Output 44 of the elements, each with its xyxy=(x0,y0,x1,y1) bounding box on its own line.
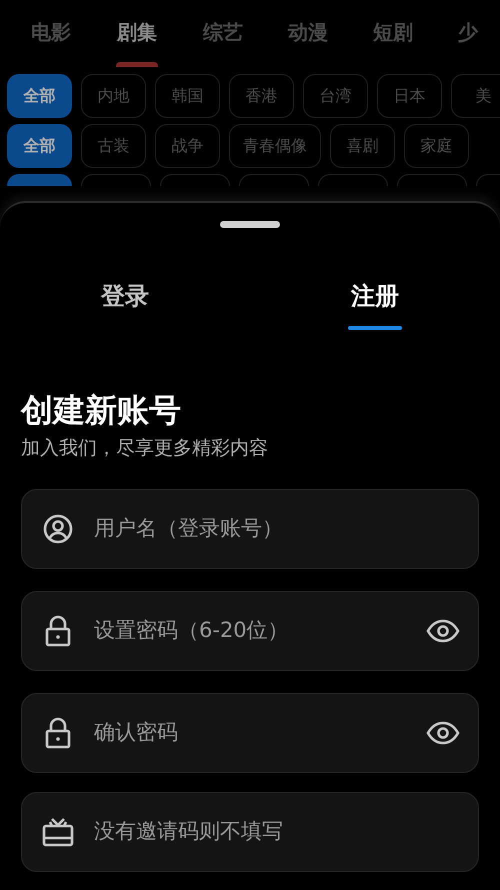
selected-tab-underline xyxy=(348,326,402,330)
filter-chip[interactable] xyxy=(318,174,388,186)
filter-chip[interactable]: 韩国 xyxy=(155,74,220,118)
filter-chip[interactable]: 古装 xyxy=(81,124,146,168)
input-field[interactable]: 确认密码 xyxy=(21,693,479,773)
auth-tab[interactable]: 注册 xyxy=(351,280,399,312)
filter-chip[interactable]: 日本 xyxy=(377,74,442,118)
text-input[interactable]: 确认密码 xyxy=(94,717,406,749)
filter-chip[interactable]: 美 xyxy=(451,74,500,118)
filter-chip[interactable] xyxy=(397,174,467,186)
auth-tab[interactable]: 登录 xyxy=(101,280,149,312)
text-input[interactable]: 设置密码（6-20位） xyxy=(94,615,406,647)
gift-icon xyxy=(42,817,74,847)
category-tab[interactable]: 少 xyxy=(458,16,478,48)
input-field[interactable]: 设置密码（6-20位） xyxy=(21,591,479,671)
filter-chip[interactable]: 喜剧 xyxy=(330,124,395,168)
filter-chip[interactable] xyxy=(160,174,230,186)
subtitle: 加入我们，尽享更多精彩内容 xyxy=(21,436,269,461)
drag-handle[interactable] xyxy=(220,221,280,228)
filter-chip[interactable] xyxy=(7,174,72,186)
person-icon xyxy=(42,513,74,545)
filter-chip[interactable]: 战争 xyxy=(155,124,220,168)
filter-chip[interactable]: 全部 xyxy=(7,74,72,118)
filter-chip[interactable]: 全部 xyxy=(7,124,72,168)
category-tab[interactable]: 短剧 xyxy=(373,16,413,48)
selected-tab-underline xyxy=(116,62,158,67)
category-tab[interactable]: 电影 xyxy=(31,16,71,48)
eye-icon[interactable] xyxy=(426,721,460,745)
input-field[interactable]: 没有邀请码则不填写 xyxy=(21,792,479,872)
text-input[interactable]: 用户名（登录账号） xyxy=(94,513,460,545)
filter-chip[interactable]: 台湾 xyxy=(303,74,368,118)
filter-chip[interactable]: 内地 xyxy=(81,74,146,118)
category-tab[interactable]: 剧集 xyxy=(117,16,157,48)
heading: 创建新账号 xyxy=(21,390,182,430)
filter-chip[interactable]: 青春偶像 xyxy=(229,124,321,168)
filter-chip[interactable]: 家庭 xyxy=(404,124,469,168)
text-input[interactable]: 没有邀请码则不填写 xyxy=(94,816,460,848)
input-field[interactable]: 用户名（登录账号） xyxy=(21,489,479,569)
category-tab[interactable]: 动漫 xyxy=(288,16,328,48)
filter-chip[interactable] xyxy=(81,174,151,186)
eye-icon[interactable] xyxy=(426,619,460,643)
filter-chip[interactable] xyxy=(239,174,309,186)
filter-chip[interactable]: 香港 xyxy=(229,74,294,118)
category-tab[interactable]: 综艺 xyxy=(203,16,243,48)
